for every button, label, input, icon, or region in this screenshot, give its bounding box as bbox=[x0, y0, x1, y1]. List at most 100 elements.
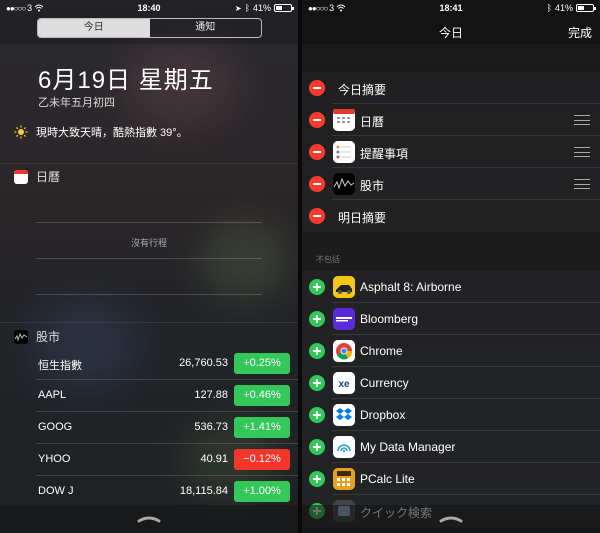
calendar-line bbox=[36, 294, 262, 295]
widget-label: 股市 bbox=[360, 179, 385, 193]
lunar-date: 乙未年五月初四 bbox=[38, 97, 115, 109]
remove-widget-button[interactable] bbox=[309, 144, 325, 160]
today-view-panel: ●●○○○ 3 18:40 ➤ ᛒ 41% 今日 通知 6月19日 星期五 乙未… bbox=[0, 0, 298, 533]
stock-row[interactable]: DOW J 18,115.84 +1.00% bbox=[0, 476, 298, 508]
nav-title: 今日 bbox=[438, 26, 463, 40]
reorder-handle-icon[interactable] bbox=[574, 147, 590, 157]
done-button[interactable]: 完成 bbox=[568, 24, 592, 41]
available-widget-row[interactable]: Chrome bbox=[302, 335, 600, 367]
available-widget-row[interactable]: PCalc Lite bbox=[302, 463, 600, 495]
add-widget-button[interactable] bbox=[309, 343, 325, 359]
svg-text:xe: xe bbox=[338, 379, 350, 390]
available-widget-row[interactable]: Bloomberg bbox=[302, 303, 600, 335]
chrome-app-icon bbox=[333, 340, 355, 362]
add-widget-button[interactable] bbox=[309, 407, 325, 423]
widget-label: 日曆 bbox=[360, 115, 385, 129]
stock-symbol: YHOO bbox=[38, 453, 71, 465]
add-widget-button[interactable] bbox=[309, 471, 325, 487]
enabled-widget-row[interactable]: 提醒事項 bbox=[302, 136, 600, 168]
stocks-widget-header[interactable]: 股市 bbox=[14, 328, 60, 345]
stock-symbol: DOW J bbox=[38, 485, 74, 497]
tab-today[interactable]: 今日 bbox=[38, 19, 150, 37]
stock-symbol: 恒生指數 bbox=[38, 360, 82, 372]
stocks-icon bbox=[14, 329, 28, 344]
stock-price: 127.88 bbox=[194, 389, 228, 401]
stock-row[interactable]: AAPL 127.88 +0.46% bbox=[0, 380, 298, 412]
remove-widget-button[interactable] bbox=[309, 112, 325, 128]
stock-symbol: GOOG bbox=[38, 421, 73, 433]
remove-widget-button[interactable] bbox=[309, 208, 325, 224]
calendar-icon bbox=[14, 169, 28, 184]
stock-change-badge[interactable]: −0.12% bbox=[234, 449, 290, 470]
available-widget-row[interactable]: Asphalt 8: Airborne bbox=[302, 271, 600, 303]
battery-icon bbox=[274, 4, 294, 12]
widget-label: 提醒事項 bbox=[360, 147, 409, 161]
widget-label: Bloomberg bbox=[360, 312, 419, 326]
add-widget-button[interactable] bbox=[309, 439, 325, 455]
weather-summary: 現時大致天晴，酷熱指數 39°。 bbox=[14, 124, 188, 140]
section-gap bbox=[302, 44, 600, 70]
stock-price: 26,760.53 bbox=[179, 357, 228, 369]
stock-symbol: AAPL bbox=[38, 389, 67, 401]
enabled-widget-row[interactable]: 日曆 bbox=[302, 104, 600, 136]
no-events-text: 沒有行程 bbox=[130, 238, 167, 248]
enabled-widget-row[interactable]: 明日摘要 bbox=[302, 200, 600, 232]
calendar-line bbox=[36, 222, 262, 223]
widget-label: 今日摘要 bbox=[338, 83, 387, 97]
stock-row[interactable]: GOOG 536.73 +1.41% bbox=[0, 412, 298, 444]
calendar-widget-title: 日曆 bbox=[36, 170, 61, 184]
calendar-widget-header[interactable]: 日曆 bbox=[14, 168, 60, 185]
widget-label: Chrome bbox=[360, 344, 403, 358]
excluded-section-label: 不包括 bbox=[316, 255, 340, 264]
weather-text: 現時大致天晴，酷熱指數 39°。 bbox=[36, 127, 188, 139]
enabled-widget-row[interactable]: 股市 bbox=[302, 168, 600, 200]
grabber-handle-icon[interactable] bbox=[137, 513, 161, 523]
divider bbox=[0, 322, 298, 323]
battery-icon bbox=[576, 4, 596, 12]
available-widget-row[interactable]: Dropbox bbox=[302, 399, 600, 431]
stock-price: 536.73 bbox=[194, 421, 228, 433]
dropbox-app-icon bbox=[333, 404, 355, 426]
status-time: 18:40 bbox=[137, 3, 161, 13]
widget-label: My Data Manager bbox=[360, 440, 456, 454]
reminders-app-icon bbox=[333, 141, 355, 163]
today-date: 6月19日 星期五 bbox=[38, 67, 214, 94]
calendar-app-icon bbox=[333, 109, 355, 131]
sun-icon bbox=[14, 125, 28, 139]
currency-app-icon: xe bbox=[333, 372, 355, 394]
grabber-bar[interactable] bbox=[302, 505, 600, 533]
stock-price: 40.91 bbox=[200, 453, 228, 465]
view-segmented-control: 今日 通知 bbox=[37, 18, 262, 38]
widget-label: Currency bbox=[360, 376, 409, 390]
bloomberg-app-icon bbox=[333, 308, 355, 330]
remove-widget-button[interactable] bbox=[309, 80, 325, 96]
stock-change-badge[interactable]: +1.00% bbox=[234, 481, 290, 502]
stock-change-badge[interactable]: +0.46% bbox=[234, 385, 290, 406]
available-widget-row[interactable]: xe Currency bbox=[302, 367, 600, 399]
add-widget-button[interactable] bbox=[309, 311, 325, 327]
stock-change-badge[interactable]: +1.41% bbox=[234, 417, 290, 438]
add-widget-button[interactable] bbox=[309, 279, 325, 295]
add-widget-button[interactable] bbox=[309, 375, 325, 391]
status-bar: ●●○○○ 3 18:41 ᛒ 41% bbox=[302, 0, 600, 16]
status-bar: ●●○○○ 3 18:40 ➤ ᛒ 41% bbox=[0, 0, 298, 16]
grabber-handle-icon[interactable] bbox=[439, 513, 463, 523]
reorder-handle-icon[interactable] bbox=[574, 115, 590, 125]
available-widget-row[interactable]: My Data Manager bbox=[302, 431, 600, 463]
pcalc-app-icon bbox=[333, 468, 355, 490]
reorder-handle-icon[interactable] bbox=[574, 179, 590, 189]
stock-change-badge[interactable]: +0.25% bbox=[234, 353, 290, 374]
remove-widget-button[interactable] bbox=[309, 176, 325, 192]
tab-notifications[interactable]: 通知 bbox=[150, 19, 262, 37]
edit-today-panel: ●●○○○ 3 18:41 ᛒ 41% 今日 完成 今日摘要日曆提醒事項股市明日… bbox=[302, 0, 600, 533]
asphalt-app-icon bbox=[333, 276, 355, 298]
stocks-app-icon bbox=[333, 173, 355, 195]
stocks-widget-title: 股市 bbox=[36, 330, 61, 344]
widget-label: Dropbox bbox=[360, 408, 406, 422]
divider bbox=[0, 163, 298, 164]
grabber-bar[interactable] bbox=[0, 505, 298, 533]
stock-row[interactable]: YHOO 40.91 −0.12% bbox=[0, 444, 298, 476]
widget-label: PCalc Lite bbox=[360, 472, 415, 486]
enabled-widget-row[interactable]: 今日摘要 bbox=[302, 72, 600, 104]
stock-row[interactable]: 恒生指數 26,760.53 +0.25% bbox=[0, 348, 298, 380]
